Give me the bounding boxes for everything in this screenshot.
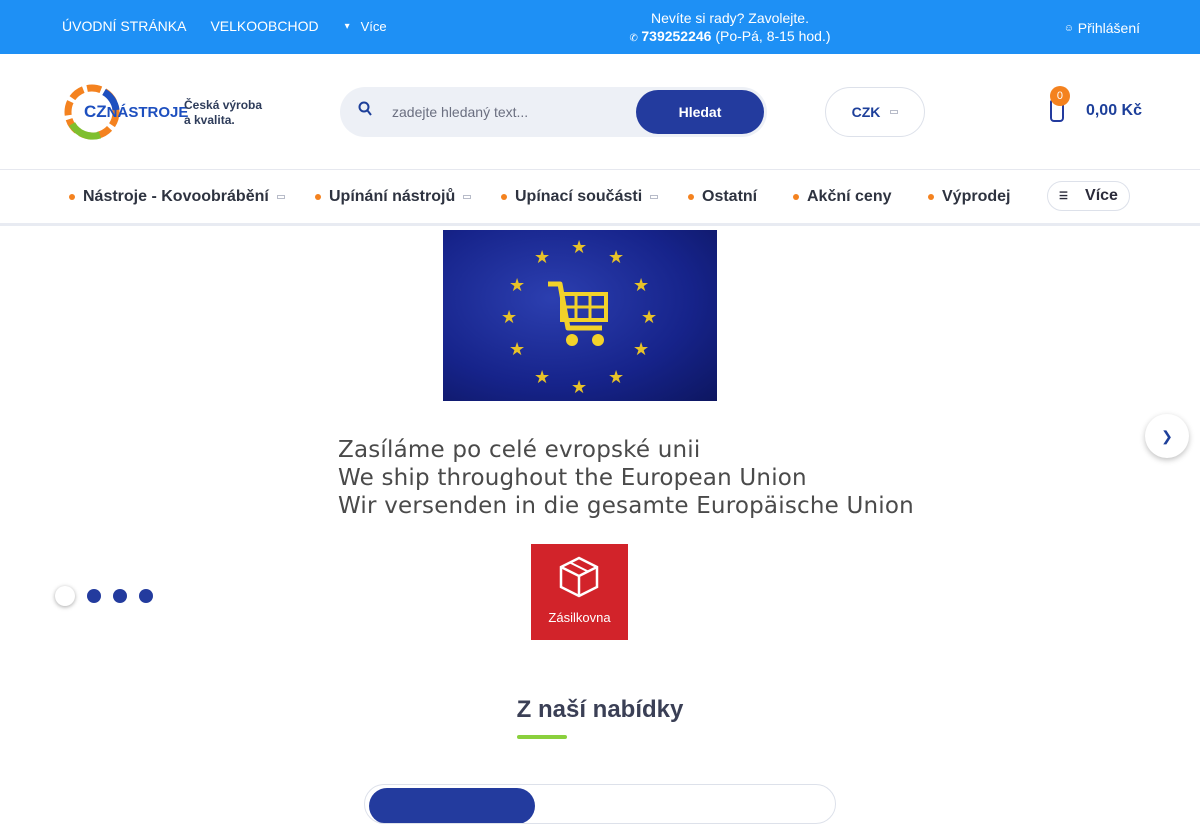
- logo[interactable]: CZNÁSTROJE Česká výroba a kvalita.: [60, 80, 262, 144]
- star-icon: ★: [633, 339, 650, 359]
- top-nav-home[interactable]: ÚVODNÍ STRÁNKA: [62, 18, 186, 34]
- star-icon: ★: [608, 367, 625, 387]
- star-icon: ★: [509, 339, 526, 359]
- carrier-logo: Zásilkovna: [531, 544, 628, 640]
- slider-next-button[interactable]: ❯: [1145, 414, 1189, 458]
- star-icon: ★: [641, 307, 658, 327]
- slider-dot-3[interactable]: [113, 589, 127, 603]
- slogan-line-2: a kvalita.: [184, 113, 235, 127]
- chevron-down-icon: [650, 195, 659, 199]
- logo-name: NÁSTROJE: [106, 104, 189, 121]
- cart-total: 0,00 Kč: [1085, 102, 1142, 119]
- top-nav: ÚVODNÍ STRÁNKA VELKOOBCHOD ▾ Více: [62, 18, 387, 34]
- star-icon: ★: [534, 247, 551, 267]
- menu-item-upinaci-soucasti[interactable]: Upínací součásti: [501, 188, 659, 206]
- star-icon: ★: [501, 307, 518, 327]
- eu-flag-image: ★ ★ ★ ★ ★ ★ ★ ★ ★ ★ ★ ★: [443, 230, 717, 401]
- slider-pagination: [55, 586, 153, 606]
- star-icon: ★: [633, 275, 650, 295]
- star-icon: ★: [571, 377, 588, 397]
- menu-item-label: Ostatní: [702, 188, 758, 205]
- logo-text: CZNÁSTROJE: [84, 102, 188, 122]
- bullet-dot: [928, 194, 934, 200]
- star-icon: ★: [509, 275, 526, 295]
- opening-hours: (Po-Pá, 8-15 hod.): [715, 28, 831, 44]
- currency-value: CZK: [851, 104, 881, 120]
- chevron-down-icon: [463, 195, 472, 199]
- slider-dot-4[interactable]: [139, 589, 153, 603]
- slogan: Česká výroba a kvalita.: [184, 98, 264, 128]
- menu-item-upinani[interactable]: Upínání nástrojů: [315, 188, 472, 206]
- cart[interactable]: 0 0,00 Kč: [1049, 86, 1142, 122]
- slogan-line-1: Česká výroba: [184, 98, 263, 112]
- logo-cz: CZ: [84, 102, 107, 121]
- slider-dot-1[interactable]: [55, 586, 75, 606]
- menu-item-label: Výprodej: [942, 188, 1011, 205]
- bullet-dot: [69, 194, 75, 200]
- shopping-cart-icon: [548, 281, 608, 346]
- shipping-line-en: We ship throughout the European Union: [338, 465, 807, 491]
- chevron-down-icon: [276, 195, 285, 199]
- chevron-down-icon: ▾: [344, 20, 350, 32]
- menu-icon: ☰: [1059, 190, 1068, 202]
- main-menu: Nástroje - Kovoobrábění Upínání nástrojů…: [0, 170, 1200, 226]
- tab-active[interactable]: [369, 788, 535, 823]
- carrier-label: Zásilkovna: [548, 610, 611, 625]
- star-icon: ★: [534, 367, 551, 387]
- currency-select[interactable]: CZK: [825, 87, 925, 137]
- bullet-dot: [688, 194, 694, 200]
- menu-item-label: Akční ceny: [807, 188, 892, 205]
- menu-item-label: Nástroje - Kovoobrábění: [83, 188, 269, 205]
- star-icon: ★: [571, 237, 588, 257]
- menu-item-label: Upínání nástrojů: [329, 188, 456, 205]
- search-bar: Hledat: [340, 87, 767, 137]
- menu-item-nastroje[interactable]: Nástroje - Kovoobrábění: [69, 188, 285, 206]
- top-nav-more-label: Více: [360, 18, 387, 34]
- menu-item-akcni-ceny[interactable]: Akční ceny: [793, 188, 891, 206]
- search-input[interactable]: [392, 100, 622, 124]
- package-icon: [559, 556, 599, 598]
- bullet-dot: [501, 194, 507, 200]
- slider-dot-2[interactable]: [87, 589, 101, 603]
- cart-icon: 0: [1049, 86, 1070, 122]
- contact-info: Nevíte si rady? Zavolejte. ✆ 739252246 (…: [560, 9, 900, 48]
- cart-count-badge: 0: [1049, 86, 1070, 106]
- phone-icon: ✆: [629, 33, 638, 44]
- login-label: Přihlášení: [1077, 20, 1140, 36]
- menu-item-vyprodej[interactable]: Výprodej: [928, 188, 1010, 206]
- product-tabs: [364, 784, 836, 824]
- phone-number[interactable]: 739252246: [641, 28, 711, 44]
- menu-item-label: Upínací součásti: [515, 188, 643, 205]
- top-nav-more[interactable]: ▾ Více: [345, 18, 387, 34]
- chevron-down-icon: [890, 110, 899, 114]
- search-button[interactable]: Hledat: [636, 90, 764, 134]
- help-text: Nevíte si rady? Zavolejte.: [651, 10, 809, 26]
- login-link[interactable]: ☺ Přihlášení: [1064, 20, 1140, 36]
- bullet-dot: [793, 194, 799, 200]
- menu-item-ostatni[interactable]: Ostatní: [688, 188, 757, 206]
- star-icon: ★: [608, 247, 625, 267]
- header: CZNÁSTROJE Česká výroba a kvalita. Hleda…: [0, 54, 1200, 170]
- title-underline: [517, 735, 567, 739]
- menu-more-label: Více: [1085, 187, 1118, 204]
- shipping-message: Zasíláme po celé evropské unii We ship t…: [338, 436, 914, 520]
- shipping-line-de: Wir versenden in die gesamte Europäische…: [338, 493, 914, 519]
- top-bar: ÚVODNÍ STRÁNKA VELKOOBCHOD ▾ Více Nevíte…: [0, 0, 1200, 54]
- bullet-dot: [315, 194, 321, 200]
- menu-more-button[interactable]: ☰ Více: [1047, 181, 1130, 211]
- top-nav-wholesale[interactable]: VELKOOBCHOD: [210, 18, 318, 34]
- user-icon: ☺: [1063, 22, 1074, 34]
- arrow-right-icon: ❯: [1161, 427, 1173, 444]
- section-title: Z naší nabídky: [516, 696, 684, 723]
- shipping-line-cz: Zasíláme po celé evropské unii: [338, 437, 701, 463]
- search-icon[interactable]: [358, 101, 372, 119]
